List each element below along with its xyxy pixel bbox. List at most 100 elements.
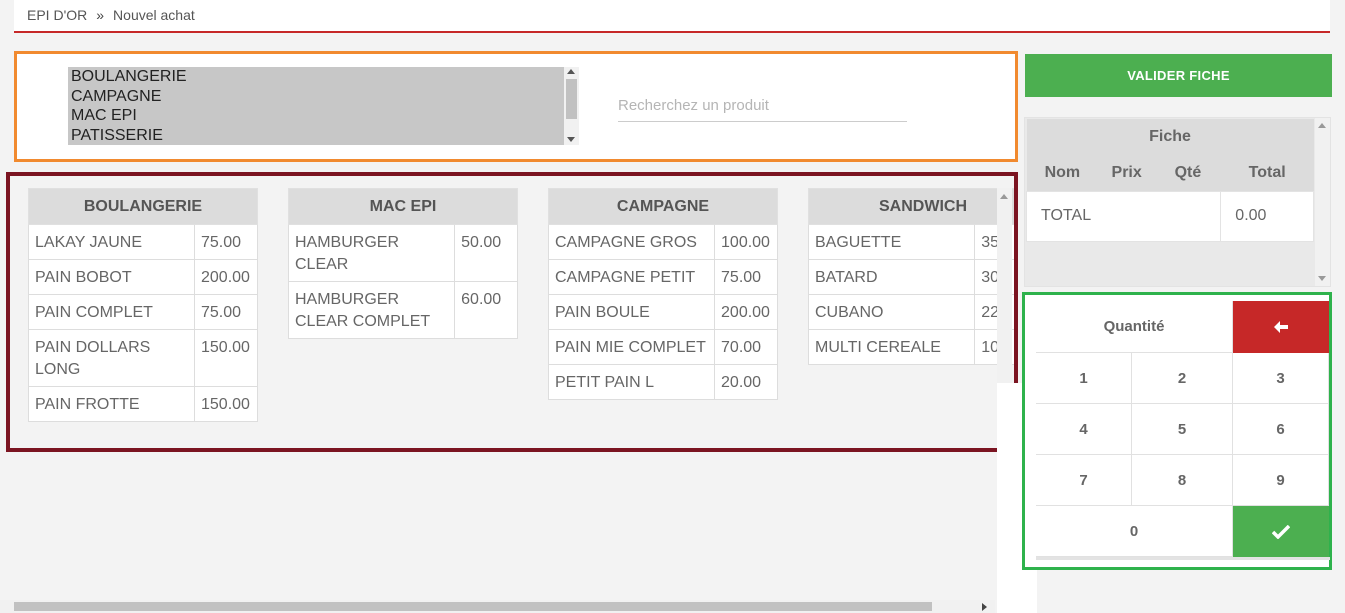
product-name[interactable]: PAIN FROTTE <box>28 386 195 422</box>
products-panel: BOULANGERIE LAKAY JAUNE 75.00 PAIN BOBOT 2… <box>6 172 1018 452</box>
category-search-panel: BOULANGERIE CAMPAGNE MAC EPI PATISSERIE <box>14 51 1018 162</box>
category-scrollbar[interactable] <box>564 67 579 145</box>
product-price[interactable]: 200.00 <box>194 259 258 295</box>
keypad-key-8[interactable]: 8 <box>1132 455 1233 506</box>
product-table-sandwich: SANDWICH BAGUETTE 35. BATARD 30. CUBANO 22.… <box>807 188 1014 365</box>
fiche-col-qte: Qté <box>1155 155 1221 191</box>
fiche-scrollbar[interactable] <box>1315 118 1330 286</box>
products-scroll-track[interactable] <box>997 188 1012 386</box>
table-row[interactable]: PETIT PAIN L 20.00 <box>547 364 778 400</box>
product-group-title: SANDWICH <box>808 188 1014 225</box>
product-name[interactable]: PAIN BOBOT <box>28 259 195 295</box>
table-row[interactable]: CAMPAGNE PETIT 75.00 <box>547 259 778 295</box>
product-name[interactable]: CUBANO <box>807 294 976 330</box>
product-name[interactable]: BAGUETTE <box>807 224 976 260</box>
table-row[interactable]: MULTI CEREALE 100 <box>807 329 1014 365</box>
check-icon <box>1272 524 1290 539</box>
scroll-up-icon[interactable] <box>1318 123 1326 128</box>
table-row[interactable]: PAIN FROTTE 150.00 <box>28 386 258 422</box>
product-name[interactable]: MULTI CEREALE <box>807 329 976 365</box>
product-group-title: BOULANGERIE <box>28 188 258 225</box>
product-name[interactable]: LAKAY JAUNE <box>28 224 195 260</box>
scroll-down-icon[interactable] <box>1318 276 1326 281</box>
product-price[interactable]: 75.00 <box>194 224 258 260</box>
table-row[interactable]: HAMBURGER CLEAR COMPLET 60.00 <box>287 281 518 339</box>
scroll-up-icon[interactable] <box>567 69 575 74</box>
product-price[interactable]: 20.00 <box>714 364 778 400</box>
table-row[interactable]: PAIN BOBOT 200.00 <box>28 259 258 295</box>
product-name[interactable]: PAIN DOLLARS LONG <box>28 329 195 387</box>
horizontal-scroll-thumb[interactable] <box>14 602 932 611</box>
category-option-boulangerie[interactable]: BOULANGERIE <box>68 67 564 87</box>
header-bar: EPI D'OR » Nouvel achat <box>14 0 1330 33</box>
quantity-label: Quantité <box>1036 301 1233 353</box>
keypad-key-6[interactable]: 6 <box>1233 404 1329 455</box>
product-name[interactable]: HAMBURGER CLEAR <box>287 224 456 282</box>
product-search-input[interactable] <box>618 89 907 122</box>
fiche-total-row: TOTAL 0.00 <box>1025 190 1314 242</box>
breadcrumb-separator: » <box>96 7 105 23</box>
product-table-mac-epi: MAC EPI HAMBURGER CLEAR 50.00 HAMBURGER C… <box>287 188 518 339</box>
valider-fiche-button[interactable]: VALIDER FICHE <box>1025 54 1332 97</box>
breadcrumb-home[interactable]: EPI D'OR <box>27 7 87 23</box>
fiche-col-nom: Nom <box>1026 155 1099 191</box>
table-row[interactable]: BAGUETTE 35. <box>807 224 1014 260</box>
backspace-button[interactable] <box>1233 301 1329 353</box>
product-price[interactable]: 150.00 <box>194 329 258 387</box>
keypad-key-7[interactable]: 7 <box>1036 455 1132 506</box>
product-name[interactable]: BATARD <box>807 259 976 295</box>
product-price[interactable]: 60.00 <box>454 281 518 339</box>
keypad-key-0[interactable]: 0 <box>1036 506 1233 557</box>
product-name[interactable]: CAMPAGNE GROS <box>547 224 716 260</box>
keypad-key-5[interactable]: 5 <box>1132 404 1233 455</box>
product-name[interactable]: CAMPAGNE PETIT <box>547 259 716 295</box>
keypad-key-1[interactable]: 1 <box>1036 353 1132 404</box>
table-row[interactable]: HAMBURGER CLEAR 50.00 <box>287 224 518 282</box>
product-table-boulangerie: BOULANGERIE LAKAY JAUNE 75.00 PAIN BOBOT 2… <box>28 188 258 422</box>
product-price[interactable]: 200.00 <box>714 294 778 330</box>
product-price[interactable]: 70.00 <box>714 329 778 365</box>
product-table-campagne: CAMPAGNE CAMPAGNE GROS 100.00 CAMPAGNE PE… <box>547 188 778 400</box>
product-name[interactable]: PAIN COMPLET <box>28 294 195 330</box>
fiche-total-value: 0.00 <box>1220 190 1314 242</box>
fiche-table: Fiche Nom Prix Qté Total TOTAL 0.00 <box>1025 119 1314 242</box>
confirm-quantity-button[interactable] <box>1233 506 1329 557</box>
scroll-right-icon[interactable] <box>982 603 987 611</box>
scroll-up-icon[interactable] <box>1000 194 1008 199</box>
table-row[interactable]: PAIN BOULE 200.00 <box>547 294 778 330</box>
fiche-panel: Fiche Nom Prix Qté Total TOTAL 0.00 <box>1024 117 1331 287</box>
product-name[interactable]: HAMBURGER CLEAR COMPLET <box>287 281 456 339</box>
fiche-title: Fiche <box>1026 119 1314 155</box>
product-price[interactable]: 75.00 <box>194 294 258 330</box>
scroll-down-icon[interactable] <box>567 137 575 142</box>
keypad-key-2[interactable]: 2 <box>1132 353 1233 404</box>
product-name[interactable]: PETIT PAIN L <box>547 364 716 400</box>
breadcrumb-current: Nouvel achat <box>113 7 195 23</box>
table-row[interactable]: PAIN COMPLET 75.00 <box>28 294 258 330</box>
category-option-campagne[interactable]: CAMPAGNE <box>68 87 564 107</box>
product-name[interactable]: PAIN BOULE <box>547 294 716 330</box>
fiche-total-label: TOTAL <box>1025 190 1222 242</box>
page-horizontal-scrollbar[interactable] <box>0 600 995 613</box>
table-row[interactable]: LAKAY JAUNE 75.00 <box>28 224 258 260</box>
product-name[interactable]: PAIN MIE COMPLET <box>547 329 716 365</box>
category-option-mac-epi[interactable]: MAC EPI <box>68 106 564 126</box>
fiche-col-total: Total <box>1220 155 1314 191</box>
category-scroll-thumb[interactable] <box>566 79 577 119</box>
table-row[interactable]: PAIN DOLLARS LONG 150.00 <box>28 329 258 387</box>
product-price[interactable]: 150.00 <box>194 386 258 422</box>
keypad-key-9[interactable]: 9 <box>1233 455 1329 506</box>
product-price[interactable]: 75.00 <box>714 259 778 295</box>
product-price[interactable]: 50.00 <box>454 224 518 282</box>
table-row[interactable]: CUBANO 22. <box>807 294 1014 330</box>
keypad-key-4[interactable]: 4 <box>1036 404 1132 455</box>
table-row[interactable]: BATARD 30. <box>807 259 1014 295</box>
table-row[interactable]: PAIN MIE COMPLET 70.00 <box>547 329 778 365</box>
breadcrumb: EPI D'OR » Nouvel achat <box>27 7 195 23</box>
product-price[interactable]: 100.00 <box>714 224 778 260</box>
table-row[interactable]: CAMPAGNE GROS 100.00 <box>547 224 778 260</box>
product-group-title: MAC EPI <box>288 188 518 225</box>
category-listbox[interactable]: BOULANGERIE CAMPAGNE MAC EPI PATISSERIE <box>68 67 564 145</box>
keypad-key-3[interactable]: 3 <box>1233 353 1329 404</box>
category-option-patisserie[interactable]: PATISSERIE <box>68 126 564 146</box>
